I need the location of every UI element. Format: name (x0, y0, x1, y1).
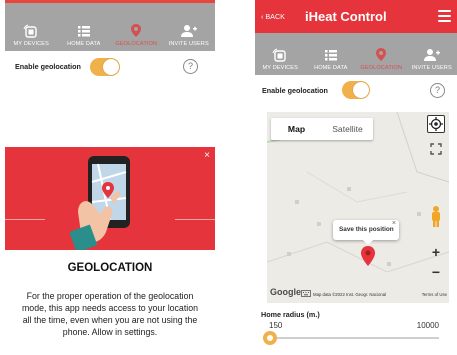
list-icon (324, 50, 337, 61)
street-view-pegman-icon[interactable] (429, 205, 443, 229)
nav-item-home-data[interactable]: HOME DATA (58, 3, 111, 51)
zoom-in-button[interactable]: + (427, 244, 445, 260)
nav-item-invite-users[interactable]: INVITE USERS (407, 33, 457, 75)
geolocation-row: Enable geolocation ? (262, 81, 452, 101)
nav-item-geolocation[interactable]: GEOLOCATION (110, 3, 163, 51)
help-icon[interactable]: ? (183, 59, 198, 74)
modal-banner: × (5, 147, 215, 250)
save-position-button[interactable]: Save this position (339, 226, 394, 233)
nav-item-my-devices[interactable]: MY DEVICES (255, 33, 306, 75)
radius-min-value: 150 (269, 321, 283, 330)
home-radius-label: Home radius (m.) (261, 310, 320, 319)
back-button[interactable]: ‹ BACK (261, 12, 285, 21)
geolocation-label: Enable geolocation (262, 86, 328, 95)
screenshot-stage: MY DEVICES HOME DATA GEOLOCATION INVITE … (0, 0, 457, 355)
nav-label: INVITE USERS (168, 41, 209, 47)
geolocation-label: Enable geolocation (15, 62, 81, 71)
hamburger-icon[interactable] (438, 10, 451, 22)
close-icon[interactable]: × (392, 220, 396, 227)
help-icon[interactable]: ? (430, 83, 445, 98)
fullscreen-icon[interactable] (429, 142, 443, 156)
nav-label: HOME DATA (314, 65, 348, 71)
map-type-control: Map Satellite (271, 118, 373, 140)
add-user-icon (180, 25, 197, 37)
radius-max-value: 10000 (416, 321, 439, 330)
nav-label: GEOLOCATION (360, 65, 403, 71)
nav-item-my-devices[interactable]: MY DEVICES (5, 3, 58, 51)
map-attribution: Map data ©2022 Inst. Geogr. Nacional (313, 292, 387, 297)
list-icon (77, 26, 90, 37)
phone-map-illustration-icon (70, 156, 130, 250)
app-header: ‹ BACK iHeat Control (255, 0, 457, 33)
nav-item-home-data[interactable]: HOME DATA (306, 33, 357, 75)
radius-slider-thumb[interactable] (263, 331, 277, 345)
map-type-map-button[interactable]: Map (271, 118, 322, 140)
location-pin-icon (376, 48, 387, 61)
crosshair-icon (429, 117, 443, 131)
nav-item-geolocation[interactable]: GEOLOCATION (356, 33, 407, 75)
devices-icon (272, 48, 286, 62)
add-user-icon (423, 49, 440, 61)
nav-bar: MY DEVICES HOME DATA GEOLOCATION INVITE … (255, 33, 457, 75)
nav-label: INVITE USERS (411, 65, 452, 71)
location-pin-icon (131, 24, 142, 37)
close-icon[interactable]: × (204, 150, 210, 161)
zoom-out-button[interactable]: − (427, 264, 445, 280)
map-type-satellite-button[interactable]: Satellite (322, 118, 373, 140)
geolocation-toggle[interactable] (90, 58, 120, 76)
nav-item-invite-users[interactable]: INVITE USERS (163, 3, 216, 51)
map-view[interactable]: Map Satellite + − Save this position × G… (267, 112, 449, 303)
keyboard-icon[interactable] (301, 290, 311, 297)
nav-label: MY DEVICES (13, 41, 49, 47)
modal-text: For the proper operation of the geolocat… (21, 291, 199, 337)
map-marker-icon[interactable] (361, 246, 375, 266)
my-location-button[interactable] (427, 115, 445, 133)
geolocation-row: Enable geolocation ? (15, 57, 210, 77)
devices-icon (23, 24, 37, 38)
google-logo: Google (270, 287, 301, 297)
page-title: iHeat Control (305, 9, 387, 24)
geolocation-toggle[interactable] (342, 81, 370, 99)
right-phone-screen: ‹ BACK iHeat Control MY DEVICES HOME DAT… (255, 0, 457, 355)
nav-label: HOME DATA (67, 41, 101, 47)
nav-label: GEOLOCATION (115, 41, 158, 47)
terms-of-use-link[interactable]: Terms of Use (422, 292, 447, 297)
radius-slider-track[interactable] (269, 337, 439, 339)
map-background (267, 112, 449, 273)
save-position-popup: Save this position × (333, 220, 399, 245)
modal-title: GEOLOCATION (67, 262, 153, 274)
left-phone-screen: MY DEVICES HOME DATA GEOLOCATION INVITE … (5, 0, 215, 355)
nav-label: MY DEVICES (262, 65, 298, 71)
nav-bar: MY DEVICES HOME DATA GEOLOCATION INVITE … (5, 3, 215, 51)
back-label: BACK (265, 12, 285, 21)
